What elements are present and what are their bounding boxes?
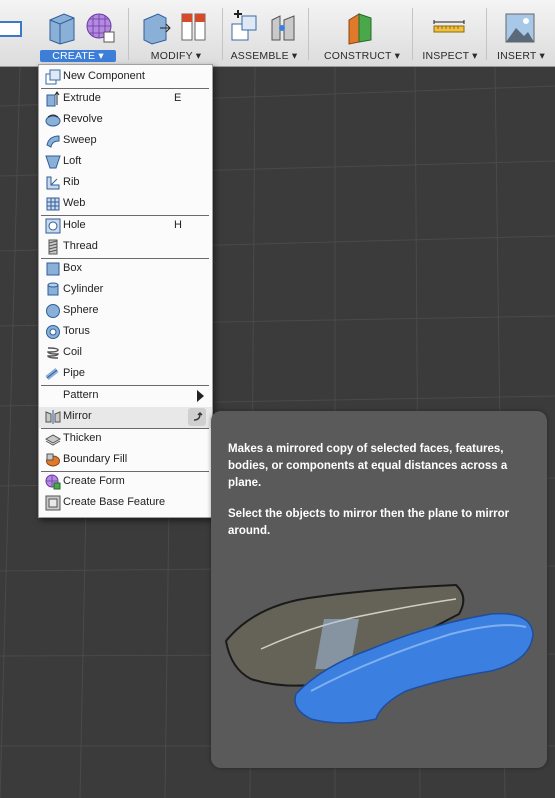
menu-item-thicken[interactable]: Thicken [39, 429, 212, 450]
toolbar-separator [128, 8, 129, 60]
menu-item-boundary-fill[interactable]: Boundary Fill [39, 450, 212, 471]
modify-menu-button[interactable]: MODIFY ▾ [134, 50, 218, 62]
modify-group: MODIFY ▾ [134, 0, 218, 66]
submenu-arrow-icon [197, 390, 204, 402]
rib-icon [45, 175, 61, 191]
measure-ruler-icon[interactable] [432, 10, 466, 46]
menu-item-thread[interactable]: Thread [39, 237, 212, 258]
menu-item-rib[interactable]: Rib [39, 173, 212, 194]
construct-menu-button[interactable]: CONSTRUCT ▾ [316, 50, 408, 62]
menu-item-sphere[interactable]: Sphere [39, 301, 212, 322]
create-dropdown-menu: New Component Extrude E Revolve Sweep Lo… [38, 64, 213, 518]
menu-item-mirror[interactable]: Mirror [39, 407, 212, 428]
menu-item-create-form[interactable]: Create Form [39, 472, 212, 493]
toolbar-separator [412, 8, 413, 60]
web-icon [45, 196, 61, 212]
menu-item-sweep[interactable]: Sweep [39, 131, 212, 152]
cylinder-icon [45, 282, 61, 298]
menu-item-web[interactable]: Web [39, 194, 212, 215]
joint-icon[interactable] [266, 10, 300, 46]
new-component-icon[interactable] [228, 10, 262, 46]
box-icon [45, 261, 61, 277]
create-form-icon [45, 474, 61, 490]
boundary-fill-icon [45, 452, 61, 468]
sphere-icon [45, 303, 61, 319]
menu-item-revolve[interactable]: Revolve [39, 110, 212, 131]
sketch-icon[interactable] [0, 18, 24, 40]
modify-icon[interactable] [178, 10, 212, 46]
assemble-menu-button[interactable]: ASSEMBLE ▾ [226, 50, 302, 62]
coil-icon [45, 345, 61, 361]
toolbar-separator [308, 8, 309, 60]
create-form-icon[interactable] [84, 10, 118, 46]
new-component-icon [45, 69, 61, 85]
toolbar-separator [486, 8, 487, 60]
quick-access-pin-icon[interactable] [188, 408, 206, 426]
insert-group: INSERT ▾ [490, 0, 552, 66]
menu-item-torus[interactable]: Torus [39, 322, 212, 343]
create-menu-button[interactable]: CREATE ▾ [40, 50, 116, 62]
mirror-preview-image [224, 583, 534, 724]
extrude-icon [45, 91, 61, 107]
revolve-icon [45, 112, 61, 128]
thicken-icon [44, 431, 62, 447]
pipe-icon [45, 366, 61, 382]
mirror-icon [45, 409, 61, 425]
menu-item-hole[interactable]: Hole H [39, 216, 212, 237]
insert-menu-button[interactable]: INSERT ▾ [490, 50, 552, 62]
assemble-group: ASSEMBLE ▾ [226, 0, 302, 66]
insert-image-icon[interactable] [504, 10, 538, 46]
menu-item-new-component[interactable]: New Component [39, 67, 212, 88]
menu-item-cylinder[interactable]: Cylinder [39, 280, 212, 301]
hole-icon [45, 218, 61, 234]
base-feature-icon [45, 495, 61, 511]
toolbar: CREATE ▾ MODIFY ▾ ASSEMBLE ▾ CONSTRUCT ▾… [0, 0, 555, 67]
menu-item-pipe[interactable]: Pipe [39, 364, 212, 385]
extrude-box-icon[interactable] [44, 10, 78, 46]
menu-item-loft[interactable]: Loft [39, 152, 212, 173]
construct-plane-icon[interactable] [345, 10, 379, 46]
thread-icon [45, 239, 61, 255]
inspect-menu-button[interactable]: INSPECT ▾ [418, 50, 482, 62]
tooltip-instruction: Select the objects to mirror then the pl… [228, 508, 510, 537]
loft-icon [45, 154, 61, 170]
press-pull-icon[interactable] [138, 10, 172, 46]
menu-item-pattern[interactable]: Pattern [39, 386, 212, 407]
inspect-group: INSPECT ▾ [418, 0, 482, 66]
construct-group: CONSTRUCT ▾ [316, 0, 408, 66]
menu-item-create-base-feature[interactable]: Create Base Feature [39, 493, 212, 514]
torus-icon [45, 324, 61, 340]
menu-item-coil[interactable]: Coil [39, 343, 212, 364]
mirror-tooltip: Makes a mirrored copy of selected faces,… [211, 411, 547, 768]
toolbar-separator [222, 8, 223, 60]
create-group: CREATE ▾ [38, 0, 120, 66]
sweep-icon [45, 133, 61, 149]
menu-item-extrude[interactable]: Extrude E [39, 89, 212, 110]
tooltip-description: Makes a mirrored copy of selected faces,… [228, 443, 508, 489]
menu-item-box[interactable]: Box [39, 259, 212, 280]
